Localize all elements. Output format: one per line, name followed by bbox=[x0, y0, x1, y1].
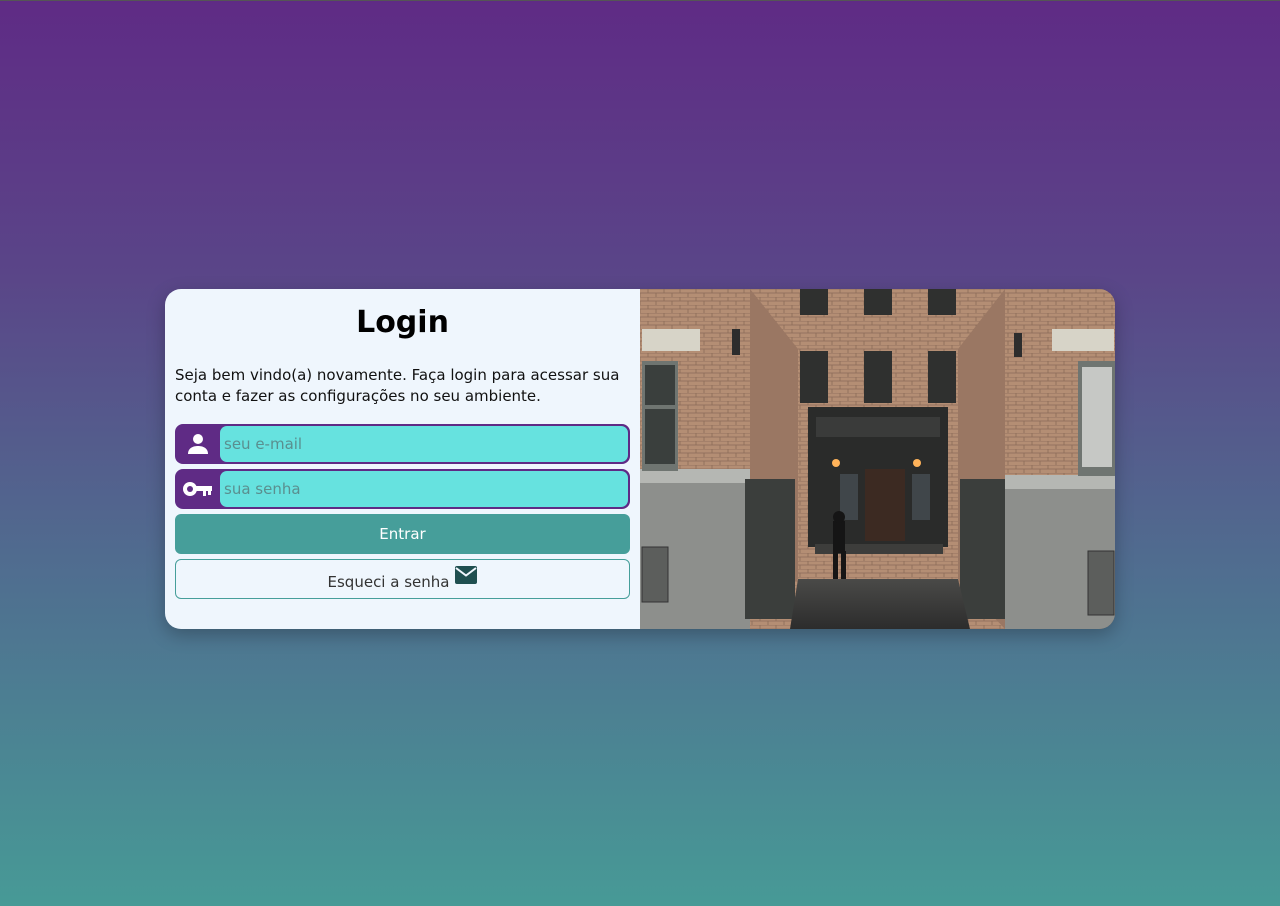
envelope-icon bbox=[455, 565, 478, 588]
forgot-password-label: Esqueci a senha bbox=[327, 572, 450, 591]
person-icon bbox=[175, 424, 220, 464]
password-input[interactable] bbox=[220, 471, 628, 507]
forgot-password-button[interactable]: Esqueci a senha bbox=[175, 559, 630, 599]
email-field bbox=[175, 424, 630, 464]
window-top-border bbox=[0, 0, 1280, 1]
welcome-text: Seja bem vindo(a) novamente. Faça login … bbox=[175, 366, 620, 405]
password-field bbox=[175, 469, 630, 509]
login-button[interactable]: Entrar bbox=[175, 514, 630, 554]
page-title: Login bbox=[356, 305, 449, 340]
key-icon bbox=[175, 469, 220, 509]
building-photo bbox=[640, 289, 1115, 629]
building-illustration bbox=[640, 289, 1115, 629]
email-input[interactable] bbox=[220, 426, 628, 462]
login-card: Login Seja bem vindo(a) novamente. Faça … bbox=[165, 289, 1115, 629]
login-form-panel: Login Seja bem vindo(a) novamente. Faça … bbox=[165, 289, 640, 629]
